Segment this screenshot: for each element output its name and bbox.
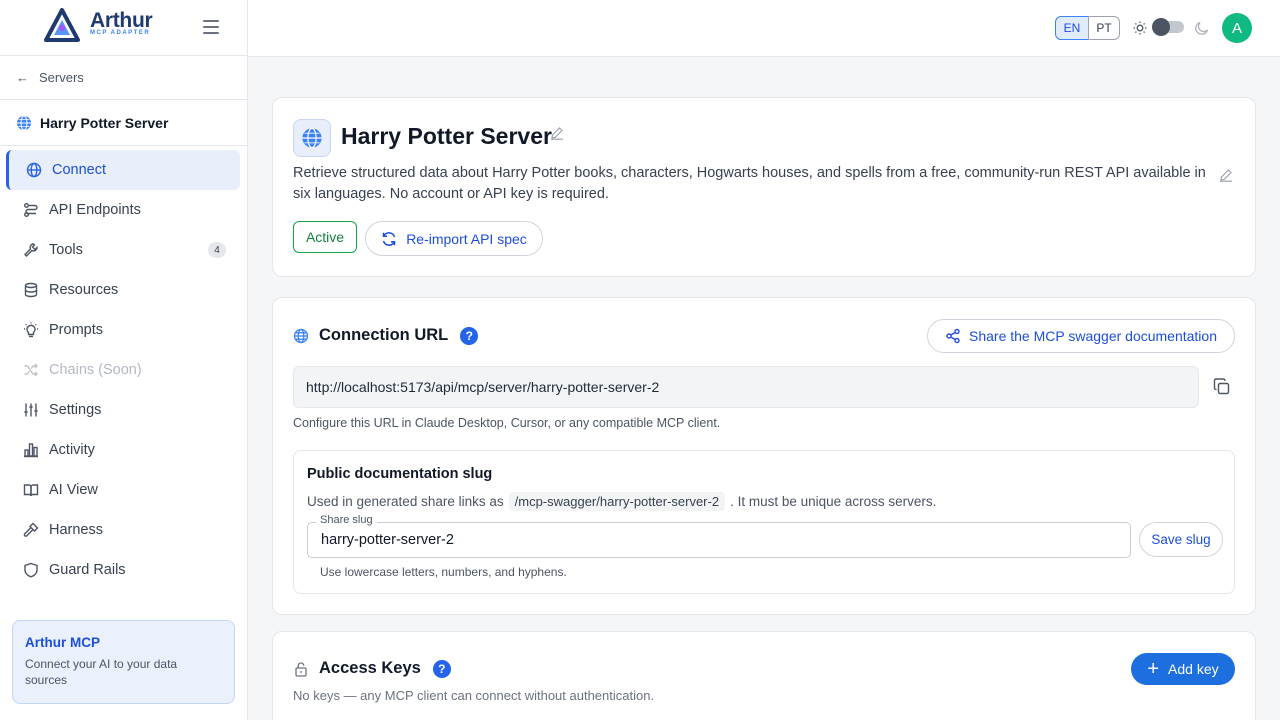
back-label: Servers xyxy=(39,70,84,85)
share-icon xyxy=(946,328,960,344)
status-badge: Active xyxy=(293,221,357,253)
refresh-icon xyxy=(382,231,396,246)
slug-usage-suffix: . It must be unique across servers. xyxy=(730,494,937,509)
copy-icon[interactable] xyxy=(1213,378,1231,396)
sidebar-item-label: Tools xyxy=(49,242,83,258)
edit-description-icon[interactable] xyxy=(1219,168,1233,182)
tools-count-badge: 4 xyxy=(208,242,226,258)
shuffle-icon xyxy=(22,361,40,379)
arrow-left-icon: ← xyxy=(16,70,29,85)
help-icon[interactable]: ? xyxy=(460,326,479,345)
sidebar-item-label: Resources xyxy=(49,282,119,298)
server-name: Harry Potter Server xyxy=(40,114,169,131)
moon-icon xyxy=(1195,21,1209,35)
endpoints-icon xyxy=(22,201,40,219)
wrench-icon xyxy=(22,241,40,259)
theme-toggle[interactable] xyxy=(1152,18,1184,36)
sidebar-nav: Connect API Endpoints Tools 4 Resources xyxy=(0,146,247,590)
sidebar: Arthur MCP ADAPTER ← Servers Harry Potte… xyxy=(0,0,248,720)
connection-heading: Connection URL ? xyxy=(293,326,479,345)
server-description: Retrieve structured data about Harry Pot… xyxy=(293,165,1206,202)
theme-toggle-knob xyxy=(1152,18,1170,36)
user-avatar[interactable]: A xyxy=(1222,13,1252,43)
plus-icon: + xyxy=(1147,658,1160,680)
slug-usage-text: Used in generated share links as /mcp-sw… xyxy=(307,492,936,511)
slug-usage-prefix: Used in generated share links as xyxy=(307,494,504,509)
globe-icon xyxy=(293,328,309,344)
access-keys-card: Access Keys ? + Add key No keys — any MC… xyxy=(272,631,1256,720)
share-label: Share the MCP swagger documentation xyxy=(969,328,1217,344)
reimport-spec-button[interactable]: Re-import API spec xyxy=(365,221,543,256)
sidebar-item-label: API Endpoints xyxy=(49,202,141,218)
shield-icon xyxy=(22,561,40,579)
connection-title: Connection URL xyxy=(319,326,449,344)
sidebar-item-harness[interactable]: Harness xyxy=(0,510,247,550)
share-slug-label: Share slug xyxy=(316,514,377,526)
book-icon xyxy=(22,481,40,499)
sidebar-item-connect[interactable]: Connect xyxy=(6,150,240,190)
brand-header: Arthur MCP ADAPTER xyxy=(0,0,247,56)
public-slug-panel: Public documentation slug Used in genera… xyxy=(293,450,1235,594)
menu-icon[interactable] xyxy=(203,20,219,34)
lang-en-button[interactable]: EN xyxy=(1055,16,1089,40)
bar-chart-icon xyxy=(22,441,40,459)
sidebar-item-guard-rails[interactable]: Guard Rails xyxy=(0,550,247,590)
connection-url-field[interactable]: http://localhost:5173/api/mcp/server/har… xyxy=(293,366,1199,408)
share-swagger-button[interactable]: Share the MCP swagger documentation xyxy=(927,319,1235,353)
hammer-icon xyxy=(22,521,40,539)
sidebar-item-prompts[interactable]: Prompts xyxy=(0,310,247,350)
slug-hint: Use lowercase letters, numbers, and hyph… xyxy=(320,565,567,579)
promo-text: Connect your AI to your data sources xyxy=(25,657,178,687)
database-icon xyxy=(22,281,40,299)
current-server: Harry Potter Server xyxy=(0,100,247,146)
sidebar-item-label: Settings xyxy=(49,402,102,418)
connection-url-hint: Configure this URL in Claude Desktop, Cu… xyxy=(293,416,721,430)
access-keys-title: Access Keys xyxy=(319,659,421,677)
connection-card: Connection URL ? Share the MCP swagger d… xyxy=(272,297,1256,615)
sidebar-item-settings[interactable]: Settings xyxy=(0,390,247,430)
sliders-icon xyxy=(22,401,40,419)
sidebar-item-label: Connect xyxy=(52,162,107,178)
globe-icon xyxy=(293,119,331,157)
access-keys-heading: Access Keys ? xyxy=(293,659,451,678)
globe-icon xyxy=(17,115,31,130)
save-slug-button[interactable]: Save slug xyxy=(1139,522,1223,557)
add-key-label: Add key xyxy=(1168,661,1219,677)
globe-icon xyxy=(25,161,43,179)
sidebar-item-label: Activity xyxy=(49,442,95,458)
edit-title-icon[interactable] xyxy=(550,126,564,140)
back-to-servers-link[interactable]: ← Servers xyxy=(0,56,247,100)
sidebar-item-label: Harness xyxy=(49,522,103,538)
add-key-button[interactable]: + Add key xyxy=(1131,653,1235,685)
slug-path-code: /mcp-swagger/harry-potter-server-2 xyxy=(508,492,726,511)
share-slug-input[interactable]: harry-potter-server-2 xyxy=(307,522,1131,558)
top-bar: EN PT A xyxy=(248,0,1280,57)
slug-title: Public documentation slug xyxy=(307,466,493,482)
sidebar-item-label: Guard Rails xyxy=(49,562,126,578)
sidebar-item-label: AI View xyxy=(49,482,98,498)
sun-icon xyxy=(1133,21,1147,35)
no-keys-text: No keys — any MCP client can connect wit… xyxy=(293,688,655,703)
server-info-card: Harry Potter Server Retrieve structured … xyxy=(272,97,1256,277)
sidebar-item-label: Chains (Soon) xyxy=(49,362,142,378)
page-title: Harry Potter Server xyxy=(341,123,552,149)
sidebar-item-api-endpoints[interactable]: API Endpoints xyxy=(0,190,247,230)
promo-card: Arthur MCP Connect your AI to your data … xyxy=(12,620,235,704)
lang-pt-button[interactable]: PT xyxy=(1088,16,1120,40)
reimport-label: Re-import API spec xyxy=(406,230,527,247)
sidebar-item-resources[interactable]: Resources xyxy=(0,270,247,310)
sidebar-item-ai-view[interactable]: AI View xyxy=(0,470,247,510)
arthur-logo-icon xyxy=(44,8,80,42)
lock-icon xyxy=(293,661,309,677)
sidebar-item-chains: Chains (Soon) xyxy=(0,350,247,390)
lightbulb-icon xyxy=(22,321,40,339)
sidebar-item-tools[interactable]: Tools 4 xyxy=(0,230,247,270)
sidebar-item-label: Prompts xyxy=(49,322,103,338)
help-icon[interactable]: ? xyxy=(432,659,451,678)
brand-subtitle: MCP ADAPTER xyxy=(90,30,151,36)
promo-title: Arthur MCP xyxy=(25,635,100,650)
sidebar-item-activity[interactable]: Activity xyxy=(0,430,247,470)
